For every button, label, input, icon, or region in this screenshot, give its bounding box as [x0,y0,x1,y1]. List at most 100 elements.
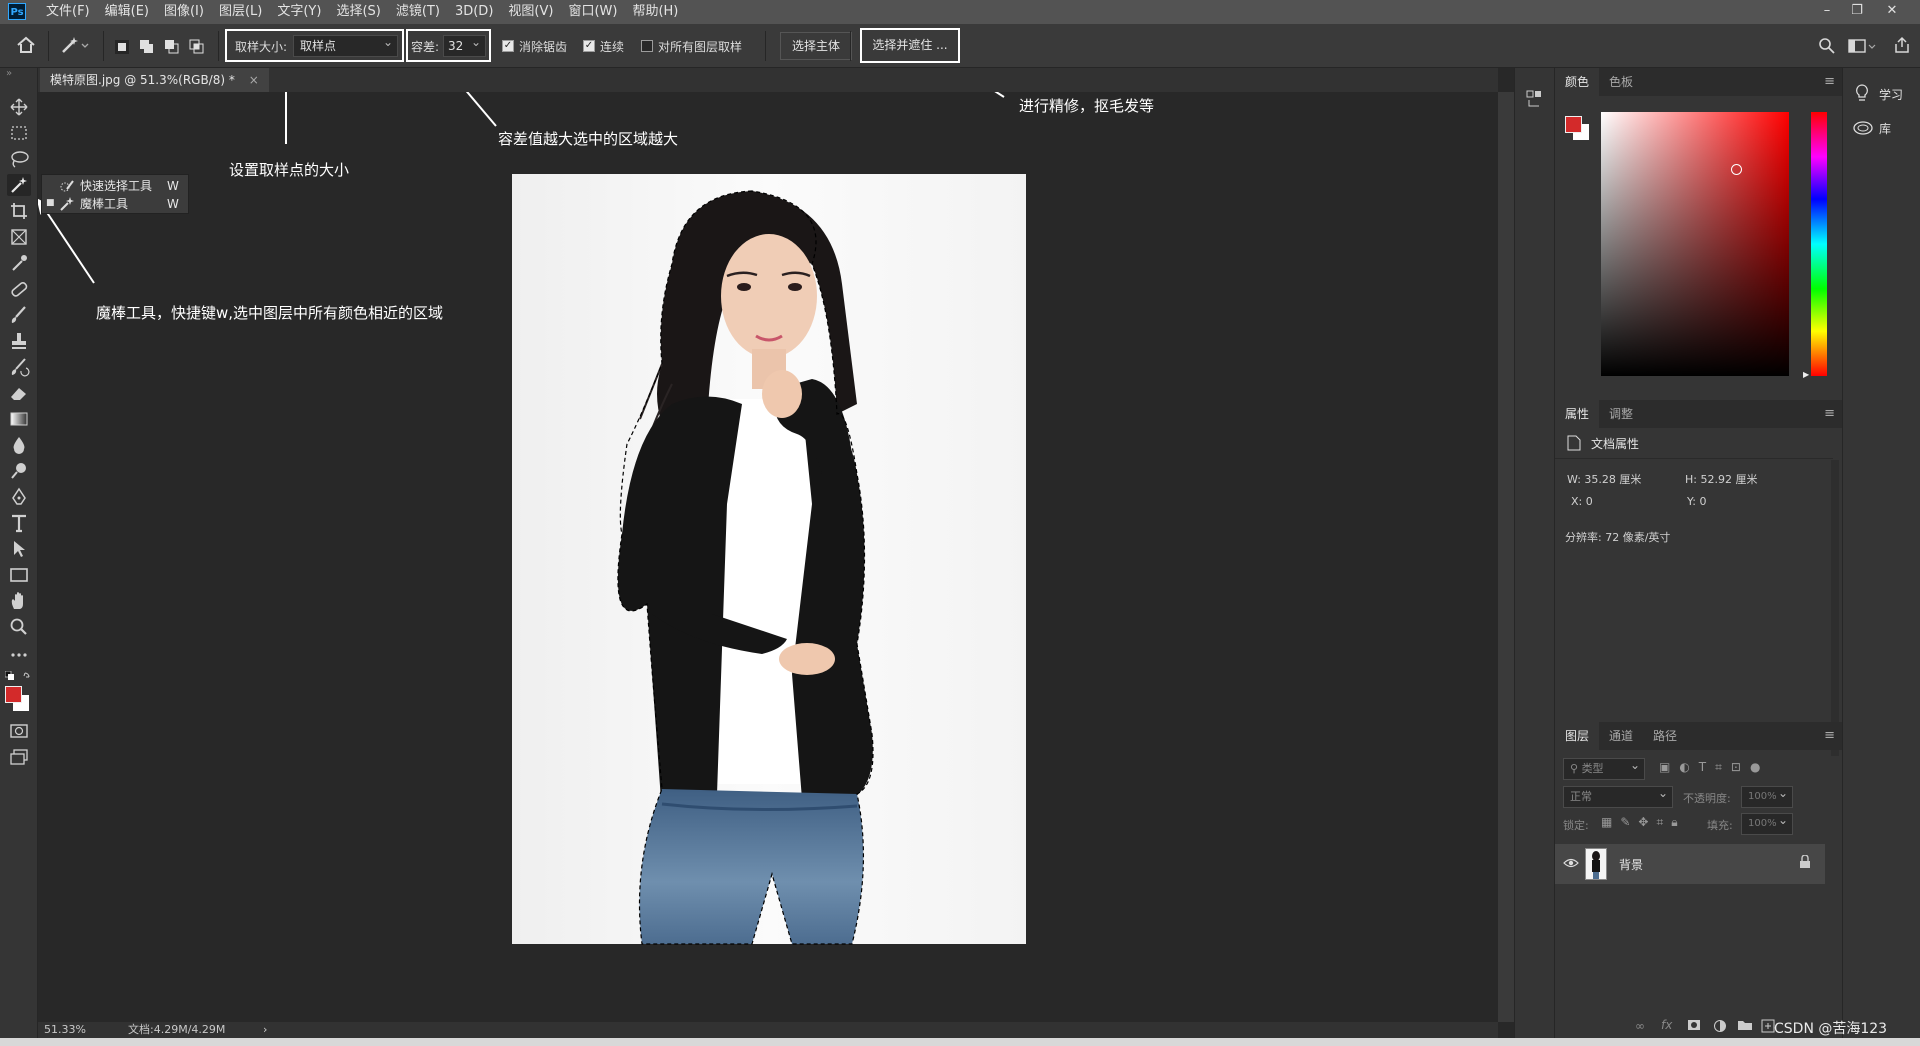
adjustment-layer-icon[interactable] [1713,1019,1727,1033]
menu-type[interactable]: 文字(Y) [277,0,321,24]
sample-size-dropdown[interactable]: 取样点 [293,32,398,57]
sample-all-layers-checkbox[interactable] [641,40,653,52]
properties-scrollbar[interactable] [1831,460,1839,756]
history-brush-tool-icon[interactable] [7,356,31,378]
search-icon[interactable] [1818,37,1836,55]
gradient-tool-icon[interactable] [7,408,31,430]
menu-edit[interactable]: 编辑(E) [105,0,149,24]
new-group-icon[interactable] [1737,1019,1753,1031]
zoom-level[interactable]: 51.33% [44,1022,86,1038]
intersect-selection-icon[interactable] [189,39,205,55]
learn-button[interactable]: 学习 [1843,82,1919,106]
anti-alias-checkbox[interactable]: ✓ [502,40,514,52]
dodge-tool-icon[interactable] [7,460,31,482]
layer-visibility-eye-icon[interactable] [1563,856,1579,870]
healing-brush-tool-icon[interactable] [7,278,31,300]
default-colors-icon[interactable] [5,671,33,683]
close-window-button[interactable]: ✕ [1880,0,1904,24]
pen-tool-icon[interactable] [7,486,31,508]
eraser-tool-icon[interactable] [7,382,31,404]
menu-file[interactable]: 文件(F) [46,0,90,24]
tab-channels[interactable]: 通道 [1599,722,1643,750]
layer-row-background[interactable]: 背景 [1555,844,1825,884]
document-canvas[interactable] [38,92,1498,1022]
minimize-button[interactable]: – [1815,0,1839,24]
layer-filter-icons[interactable]: ▣◐T⌗⊡● [1659,760,1769,775]
menu-select[interactable]: 选择(S) [336,0,380,24]
library-button[interactable]: 库 [1843,116,1919,140]
fill-input[interactable]: 100% [1741,810,1793,835]
flyout-magic-wand-item[interactable]: ■ 魔棒工具 W [42,195,188,213]
workspace-icon[interactable] [1848,37,1878,55]
properties-panel-menu-icon[interactable]: ≡ [1824,406,1835,421]
menu-filter[interactable]: 滤镜(T) [396,0,440,24]
select-and-mask-button[interactable]: 选择并遮住 ... [860,28,960,63]
zoom-tool-icon[interactable] [7,616,31,638]
crop-tool-icon[interactable] [7,200,31,222]
add-mask-icon[interactable] [1687,1019,1701,1031]
history-panel-icon[interactable] [1525,88,1543,110]
color-field[interactable] [1601,112,1789,376]
share-icon[interactable] [1893,36,1911,54]
flyout-quick-selection-item[interactable]: 快速选择工具 W [42,177,188,195]
layer-filter-dropdown[interactable]: ⚲ 类型 [1563,755,1645,780]
type-tool-icon[interactable] [7,512,31,534]
canvas-area[interactable] [38,92,1498,1022]
blend-mode-dropdown[interactable]: 正常 [1563,783,1673,808]
menu-3d[interactable]: 3D(D) [455,0,493,24]
brush-tool-icon[interactable] [7,304,31,326]
move-tool-icon[interactable] [7,96,31,118]
color-picker-cursor[interactable] [1731,164,1742,175]
menu-view[interactable]: 视图(V) [508,0,553,24]
clone-stamp-tool-icon[interactable] [7,330,31,352]
restore-button[interactable]: ❐ [1845,0,1869,24]
document-tab[interactable]: 模特原图.jpg @ 51.3%(RGB/8) * × [40,68,269,92]
rectangle-tool-icon[interactable] [7,564,31,586]
status-menu-arrow[interactable]: › [263,1022,267,1038]
home-icon[interactable] [16,36,36,54]
opacity-input[interactable]: 100% [1741,783,1793,808]
tab-color[interactable]: 颜色 [1555,68,1600,96]
tolerance-input[interactable]: 32 [443,32,486,57]
marquee-tool-icon[interactable] [7,122,31,144]
select-subject-button[interactable]: 选择主体 [780,32,852,60]
lock-icons[interactable]: ▦✎✥⌗🔒︎ [1601,815,1686,830]
layer-style-fx-icon[interactable]: fx [1661,1018,1672,1032]
menu-layer[interactable]: 图层(L) [219,0,262,24]
vertical-scrollbar[interactable] [1498,92,1514,1022]
lasso-tool-icon[interactable] [7,148,31,170]
magic-wand-tool-icon[interactable] [7,174,31,196]
tab-swatches[interactable]: 色板 [1599,68,1643,96]
color-panel-menu-icon[interactable]: ≡ [1824,74,1835,89]
quick-mask-icon[interactable] [7,720,31,742]
tab-layers[interactable]: 图层 [1555,722,1600,750]
layers-panel-menu-icon[interactable]: ≡ [1824,728,1835,743]
link-layers-icon[interactable]: ∞ [1635,1019,1645,1033]
eyedropper-tool-icon[interactable] [7,252,31,274]
new-layer-icon[interactable] [1761,1019,1775,1033]
panel-foreground-swatch[interactable] [1565,116,1582,133]
layer-name[interactable]: 背景 [1619,856,1643,873]
new-selection-icon[interactable] [114,39,130,55]
tool-preset-picker-icon[interactable] [60,35,90,55]
hue-slider[interactable] [1811,112,1827,376]
tab-adjustments[interactable]: 调整 [1599,400,1643,428]
path-selection-tool-icon[interactable] [7,538,31,560]
frame-tool-icon[interactable] [7,226,31,248]
add-to-selection-icon[interactable] [139,39,155,55]
collapse-toolbar-icon[interactable]: » [6,68,12,79]
blur-tool-icon[interactable] [7,434,31,456]
screen-mode-icon[interactable] [7,746,31,768]
hue-slider-handle-icon[interactable]: ▶ [1803,370,1809,379]
hand-tool-icon[interactable] [7,590,31,612]
subtract-from-selection-icon[interactable] [164,39,180,55]
more-tools-icon[interactable] [7,644,31,666]
tab-paths[interactable]: 路径 [1643,722,1687,750]
close-document-icon[interactable]: × [249,73,259,87]
menu-help[interactable]: 帮助(H) [632,0,678,24]
tab-properties[interactable]: 属性 [1555,400,1600,428]
contiguous-checkbox[interactable]: ✓ [583,40,595,52]
foreground-color-swatch[interactable] [5,686,22,703]
menu-image[interactable]: 图像(I) [164,0,204,24]
menu-window[interactable]: 窗口(W) [568,0,617,24]
